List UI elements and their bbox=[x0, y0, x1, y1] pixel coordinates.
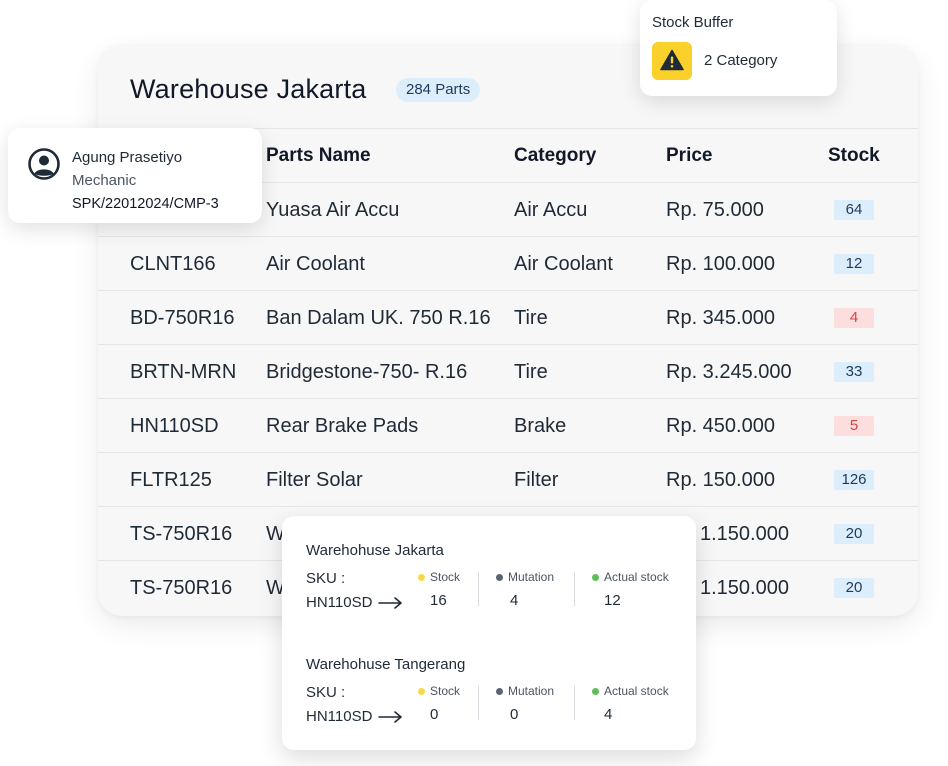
mutation-dot-icon bbox=[496, 573, 503, 581]
stock-badge: 20 bbox=[834, 578, 874, 598]
sku-label: SKU : bbox=[306, 684, 346, 701]
metric-actual-stock: Actual stock 4 bbox=[592, 684, 669, 723]
stock-badge-low: 5 bbox=[834, 416, 874, 436]
cell-price: Rp. 450.000 bbox=[666, 415, 775, 437]
metric-mutation-value: 0 bbox=[510, 706, 519, 723]
metric-actual-value: 12 bbox=[604, 592, 621, 609]
cell-sku: FLTR125 bbox=[130, 469, 212, 491]
cell-price: Rp. 100.000 bbox=[666, 253, 775, 275]
metric-mutation-value: 4 bbox=[510, 592, 519, 609]
stock-buffer-title: Stock Buffer bbox=[652, 14, 734, 31]
stock-buffer-value: 2 Category bbox=[704, 52, 778, 69]
warning-icon-box bbox=[652, 42, 692, 80]
warehouse-section-tangerang: Warehohuse Tangerang SKU : HN110SD Stock… bbox=[282, 630, 696, 725]
cell-price: 1.150.000 bbox=[700, 577, 789, 599]
metric-actual-stock: Actual stock 12 bbox=[592, 570, 669, 609]
metric-actual-label: Actual stock bbox=[604, 684, 669, 698]
mechanic-role: Mechanic bbox=[72, 172, 137, 189]
cell-category: Air Coolant bbox=[514, 253, 613, 275]
sku-label: SKU : bbox=[306, 570, 346, 587]
metric-mutation: Mutation 4 bbox=[496, 570, 554, 609]
divider bbox=[478, 686, 479, 720]
cell-sku: CLNT166 bbox=[130, 253, 216, 275]
cell-sku: TS-750R16 bbox=[130, 577, 233, 599]
table-row[interactable]: BD-750R16 Ban Dalam UK. 750 R.16 Tire Rp… bbox=[98, 290, 918, 344]
stock-buffer-card[interactable]: Stock Buffer 2 Category bbox=[640, 0, 837, 96]
table-row[interactable]: CLNT166 Air Coolant Air Coolant Rp. 100.… bbox=[98, 236, 918, 290]
stock-dot-icon bbox=[418, 573, 425, 581]
cell-sku: HN110SD bbox=[130, 415, 219, 437]
warehouse-section-title: Warehohuse Tangerang bbox=[306, 656, 466, 673]
mutation-dot-icon bbox=[496, 687, 503, 695]
cell-name: Filter Solar bbox=[266, 469, 363, 491]
metric-mutation: Mutation 0 bbox=[496, 684, 554, 723]
warehouse-section-jakarta: Warehohuse Jakarta SKU : HN110SD Stock 1… bbox=[282, 516, 696, 611]
metric-stock-label: Stock bbox=[430, 684, 461, 698]
parts-count-badge: 284 Parts bbox=[396, 78, 481, 102]
user-circle-icon bbox=[28, 148, 60, 180]
metric-stock: Stock 0 bbox=[418, 684, 460, 723]
cell-category: Air Accu bbox=[514, 199, 588, 221]
arrow-right-icon bbox=[378, 597, 402, 609]
cell-category: Filter bbox=[514, 469, 559, 491]
column-header-stock[interactable]: Stock bbox=[828, 129, 880, 183]
stock-badge: 33 bbox=[834, 362, 874, 382]
arrow-right-icon bbox=[378, 711, 402, 723]
mechanic-spk: SPK/22012024/CMP-3 bbox=[72, 196, 219, 212]
stock-badge-low: 4 bbox=[834, 308, 874, 328]
cell-price: Rp. 345.000 bbox=[666, 307, 775, 329]
column-header-name[interactable]: Parts Name bbox=[266, 129, 371, 183]
metric-actual-value: 4 bbox=[604, 706, 613, 723]
table-row[interactable]: BRTN-MRN Bridgestone-750- R.16 Tire Rp. … bbox=[98, 344, 918, 398]
cell-price: Rp. 150.000 bbox=[666, 469, 775, 491]
cell-price: Rp. 75.000 bbox=[666, 199, 764, 221]
actual-dot-icon bbox=[592, 573, 599, 581]
cell-name: Air Coolant bbox=[266, 253, 365, 275]
sku-code: HN110SD bbox=[306, 708, 373, 725]
stock-dot-icon bbox=[418, 687, 425, 695]
column-header-price[interactable]: Price bbox=[666, 129, 712, 183]
cell-category: Brake bbox=[514, 415, 567, 437]
metric-stock-value: 0 bbox=[430, 706, 439, 723]
divider bbox=[478, 572, 479, 606]
divider bbox=[574, 686, 575, 720]
stock-badge: 64 bbox=[834, 200, 874, 220]
cell-price: Rp. 3.245.000 bbox=[666, 361, 792, 383]
stock-badge: 20 bbox=[834, 524, 874, 544]
metric-actual-label: Actual stock bbox=[604, 570, 669, 584]
stock-badge: 12 bbox=[834, 254, 874, 274]
cell-price: 1.150.000 bbox=[700, 523, 789, 545]
cell-name: Yuasa Air Accu bbox=[266, 199, 400, 221]
metric-stock: Stock 16 bbox=[418, 570, 460, 609]
sku-detail-card: Warehohuse Jakarta SKU : HN110SD Stock 1… bbox=[282, 516, 696, 750]
mechanic-card[interactable]: Agung Prasetiyo Mechanic SPK/22012024/CM… bbox=[8, 128, 262, 223]
cell-category: Tire bbox=[514, 361, 548, 383]
cell-category: Tire bbox=[514, 307, 548, 329]
cell-name: Rear Brake Pads bbox=[266, 415, 419, 437]
table-row[interactable]: FLTR125 Filter Solar Filter Rp. 150.000 … bbox=[98, 452, 918, 506]
sku-code: HN110SD bbox=[306, 594, 373, 611]
metric-stock-value: 16 bbox=[430, 592, 447, 609]
mechanic-name: Agung Prasetiyo bbox=[72, 149, 183, 166]
actual-dot-icon bbox=[592, 687, 599, 695]
cell-name: Bridgestone-750- R.16 bbox=[266, 361, 468, 383]
metric-stock-label: Stock bbox=[430, 570, 461, 584]
cell-sku: BD-750R16 bbox=[130, 307, 235, 329]
warehouse-title: Warehouse Jakarta bbox=[130, 74, 367, 104]
column-header-category[interactable]: Category bbox=[514, 129, 596, 183]
cell-name: Ban Dalam UK. 750 R.16 bbox=[266, 307, 491, 329]
cell-sku: BRTN-MRN bbox=[130, 361, 237, 383]
stock-badge: 126 bbox=[834, 470, 874, 490]
table-row[interactable]: HN110SD Rear Brake Pads Brake Rp. 450.00… bbox=[98, 398, 918, 452]
divider bbox=[574, 572, 575, 606]
warning-icon bbox=[660, 49, 684, 71]
metric-mutation-label: Mutation bbox=[508, 684, 555, 698]
metric-mutation-label: Mutation bbox=[508, 570, 555, 584]
warehouse-section-title: Warehohuse Jakarta bbox=[306, 542, 444, 559]
cell-sku: TS-750R16 bbox=[130, 523, 233, 545]
